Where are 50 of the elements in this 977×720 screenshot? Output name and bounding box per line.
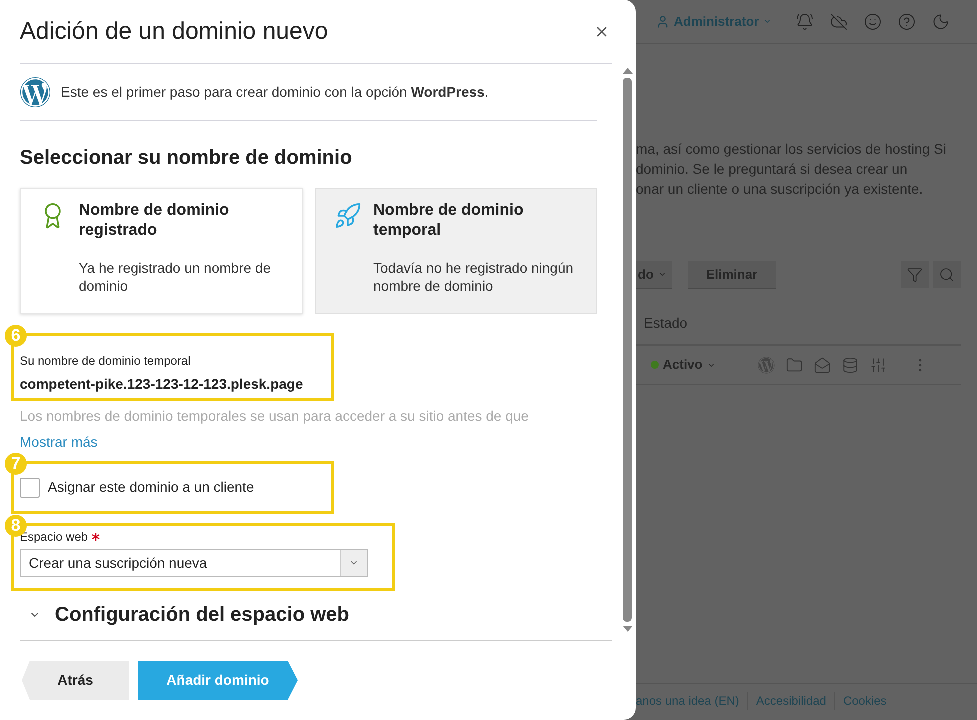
- webspace-select[interactable]: Crear una suscripción nueva: [20, 549, 368, 577]
- footer-link[interactable]: anos una idea (EN): [636, 692, 748, 710]
- section-title: Seleccionar su nombre de dominio: [20, 146, 354, 171]
- mail-icon[interactable]: [814, 356, 831, 374]
- show-more-link[interactable]: Mostrar más: [20, 432, 98, 453]
- domain-option-card[interactable]: Nombre de dominio temporal Todavía no he registrado ningún nombre de dominio: [314, 188, 597, 314]
- description-text: ma, así como gestionar los servicios de hosting Si: [636, 140, 948, 159]
- filter-button[interactable]: [901, 261, 929, 288]
- folder-icon[interactable]: [786, 356, 803, 374]
- filter-icon: [907, 266, 923, 282]
- footer-link[interactable]: Accesibilidad: [747, 692, 834, 710]
- search-button[interactable]: [933, 261, 961, 288]
- section-toggle[interactable]: Configuración del espacio web: [29, 600, 350, 630]
- database-icon[interactable]: [842, 356, 859, 374]
- checkbox-label: Asignar este dominio a un cliente: [48, 478, 254, 497]
- face-icon[interactable]: [864, 12, 882, 30]
- column-header: Estado: [644, 315, 688, 331]
- description-text: dominio. Se le preguntará si desea crear un: [636, 160, 909, 179]
- option-description: Todavía no he registrado ningún nombre de dominio: [374, 259, 575, 295]
- search-icon: [939, 266, 955, 282]
- help-icon[interactable]: [898, 12, 916, 30]
- description-text: onar un cliente o una suscripción ya existente.: [636, 180, 924, 199]
- domain-option-card[interactable]: Nombre de dominio registrado Ya he registrado un nombre de dominio: [20, 188, 302, 314]
- callout-number: 6: [5, 325, 27, 347]
- bell-icon[interactable]: [796, 12, 814, 30]
- scrollbar[interactable]: [622, 68, 633, 632]
- dialog-title: Adición de un dominio nuevo: [20, 16, 328, 46]
- caret-icon: [658, 270, 667, 279]
- option-description: Ya he registrado un nombre de dominio: [79, 259, 272, 295]
- back-button[interactable]: Atrás: [22, 661, 129, 700]
- hint-text: Los nombres de dominio temporales se usan para acceder a su sitio antes de que: [20, 407, 530, 426]
- add-domain-button[interactable]: Añadir dominio: [138, 661, 298, 700]
- user-icon: [656, 14, 670, 28]
- status-dropdown[interactable]: Activo: [651, 355, 716, 375]
- field-label: Su nombre de dominio temporal: [20, 353, 192, 370]
- option-title: Nombre de dominio registrado: [79, 201, 230, 241]
- callout-number: 7: [5, 453, 27, 475]
- option-title: Nombre de dominio temporal: [374, 201, 525, 241]
- rocket-icon: [334, 201, 362, 231]
- checkbox[interactable]: [20, 478, 40, 498]
- user-menu[interactable]: Administrator: [656, 12, 772, 32]
- wordpress-icon[interactable]: [758, 356, 775, 374]
- caret-icon: [763, 17, 772, 26]
- domain-name-value: competent-pike.123-123-12-123.plesk.page: [20, 375, 304, 394]
- footer-link[interactable]: Cookies: [834, 692, 895, 710]
- sliders-icon[interactable]: [870, 356, 887, 374]
- cloud-icon[interactable]: [830, 12, 848, 30]
- moon-icon[interactable]: [932, 12, 950, 30]
- intro-text: Este es el primer paso para crear dominio con la opción WordPress.: [61, 82, 489, 102]
- wordpress-logo-icon: [20, 76, 51, 108]
